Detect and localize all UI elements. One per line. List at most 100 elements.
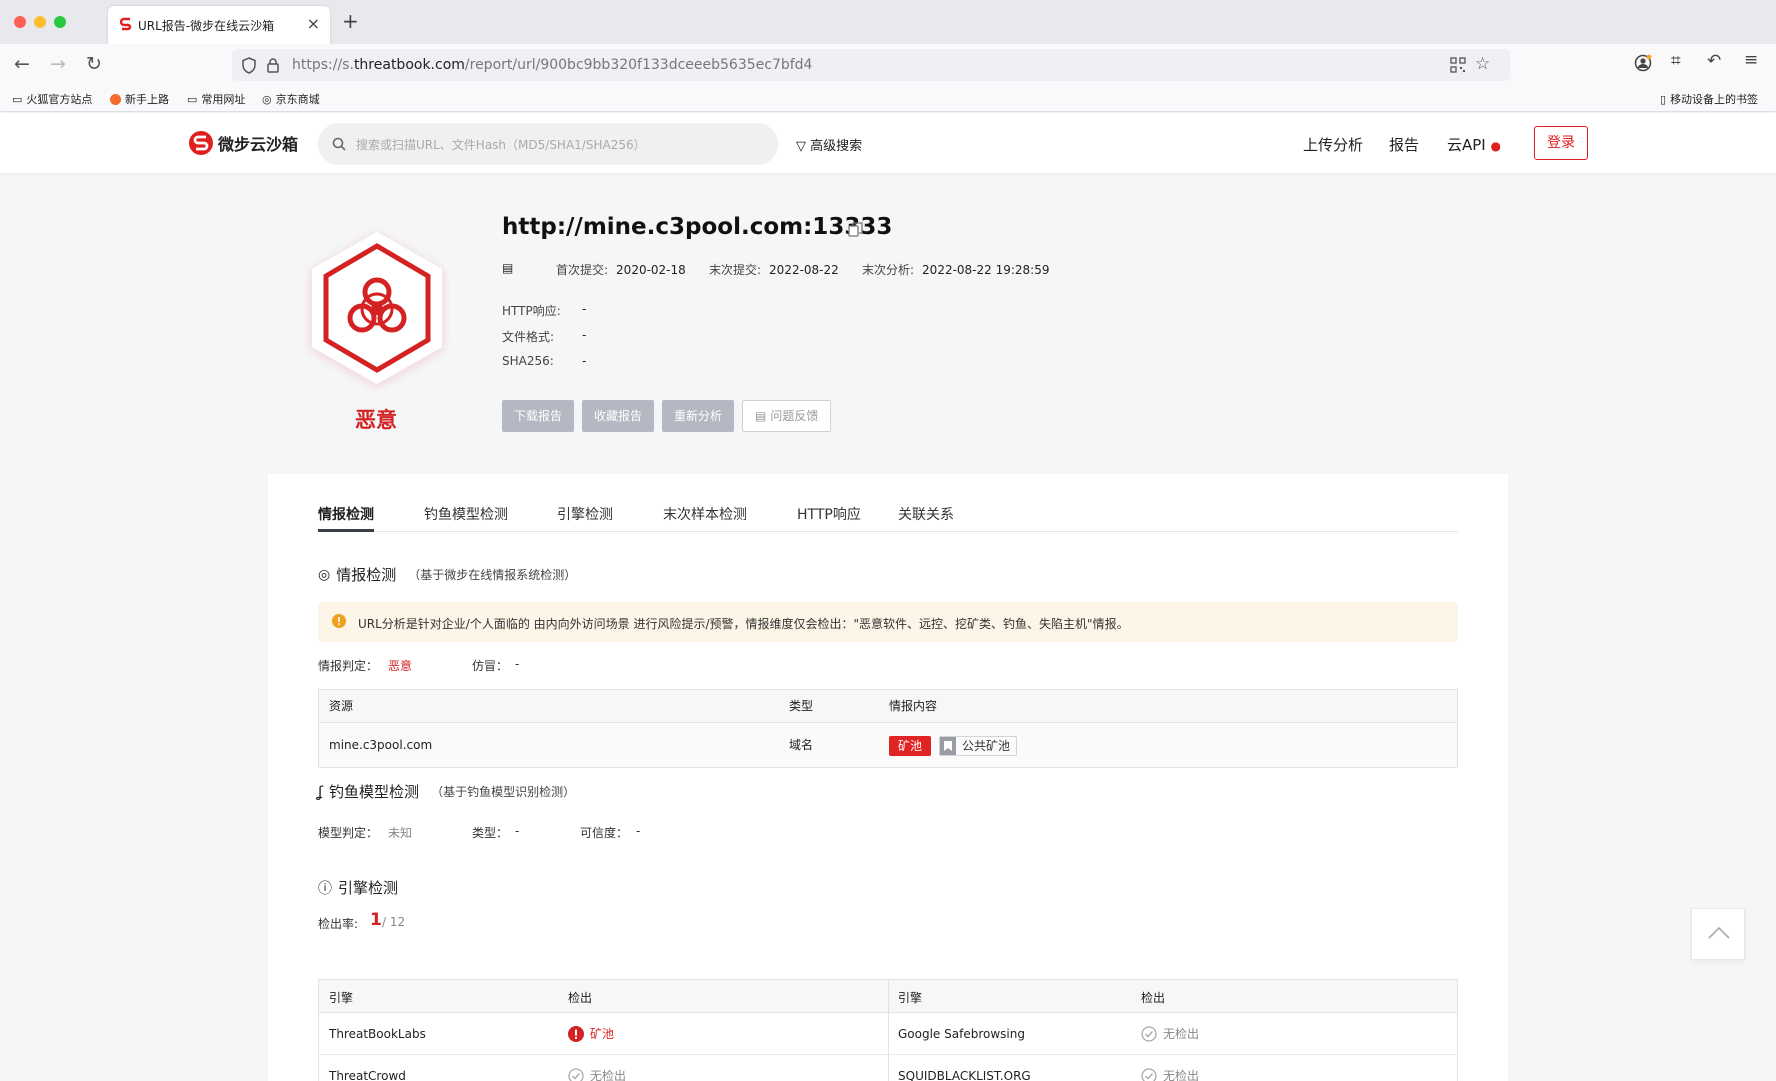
check-circle-icon — [1141, 1025, 1157, 1042]
reload-icon[interactable]: ↻ — [86, 53, 102, 75]
first-submit: 首次提交: 2020-02-18 — [556, 263, 686, 277]
phish-type-label: 类型： — [472, 826, 509, 840]
info-icon — [332, 614, 346, 628]
advanced-search-button[interactable]: ▽ 高级搜索 — [796, 135, 862, 154]
url-text[interactable]: https://s.threatbook.com/report/url/900b… — [292, 57, 812, 73]
http-response-label: HTTP响应: — [502, 304, 561, 318]
qr-code-icon[interactable] — [1450, 57, 1466, 73]
lock-icon[interactable] — [266, 57, 280, 74]
new-tab-icon[interactable]: + — [342, 9, 359, 33]
public-pool-tag: 公共矿池 — [939, 735, 1018, 756]
feedback-button[interactable]: ▤ 问题反馈 — [742, 400, 832, 432]
nav-cloud-api[interactable]: 云API ● — [1447, 134, 1501, 155]
confidence-label: 可信度： — [580, 826, 629, 840]
sha256-label: SHA256: — [502, 354, 554, 368]
close-tab-icon[interactable]: × — [307, 14, 320, 33]
column-header: 引擎 — [898, 991, 923, 1005]
reanalyze-button[interactable]: 重新分析 — [662, 400, 735, 432]
account-icon[interactable] — [1634, 54, 1652, 72]
engine-result: 无检出 — [568, 1067, 626, 1081]
report-url-title: http://mine.c3pool.com:13333 — [502, 214, 893, 240]
browser-tab-active[interactable]: URL报告-微步在线云沙箱 × — [108, 6, 330, 44]
search-input[interactable]: 搜索或扫描URL、文件Hash（MD5/SHA1/SHA256） — [318, 123, 778, 165]
column-header: 引擎 — [329, 991, 354, 1005]
engine-name: SQUIDBLACKLIST.ORG — [898, 1069, 1031, 1081]
bookmark-item[interactable]: ▭ 常用网址 — [187, 91, 245, 107]
detection-total: / 12 — [382, 915, 406, 929]
column-header: 类型 — [789, 699, 814, 713]
phishing-section-title: ʆ 钓鱼模型检测 （基于钓鱼模型识别检测） — [318, 782, 576, 802]
file-format-value: - — [582, 328, 587, 342]
tab-http-response[interactable]: HTTP响应 — [797, 504, 861, 524]
table-divider — [888, 980, 889, 1081]
phish-type-value: - — [515, 824, 520, 838]
logo-text: 微步云沙箱 — [218, 135, 299, 154]
active-tab-indicator — [318, 529, 374, 532]
bookmark-star-icon[interactable]: ☆ — [1475, 54, 1490, 74]
browser-tab-strip: URL报告-微步在线云沙箱 × + — [0, 0, 1776, 44]
intel-notice: URL分析是针对企业/个人面临的 由内向外访问场景 进行风险提示/预警，情报维度… — [318, 602, 1458, 642]
tab-relations[interactable]: 关联关系 — [898, 504, 954, 524]
engine-result: 无检出 — [1141, 1025, 1199, 1042]
filter-icon: ▽ — [796, 139, 806, 154]
intel-section-title: ◎ 情报检测 （基于微步在线情报系统检测） — [318, 566, 577, 584]
last-submit: 末次提交: 2022-08-22 — [709, 263, 839, 277]
mobile-device-icon: ▯ — [1660, 92, 1667, 106]
mobile-bookmarks[interactable]: ▯ 移动设备上的书签 — [1660, 91, 1758, 107]
address-bar[interactable]: https://s.threatbook.com/report/url/900b… — [232, 49, 1510, 81]
tab-last-sample[interactable]: 末次样本检测 — [663, 504, 747, 524]
impersonate-label: 仿冒： — [472, 659, 509, 673]
table-row: mine.c3pool.com 域名 矿池 公共矿池 — [319, 723, 1457, 767]
engine-result: 无检出 — [1141, 1067, 1199, 1081]
close-window-button[interactable] — [14, 16, 26, 28]
menu-icon[interactable]: ≡ — [1744, 50, 1758, 70]
crop-screenshot-icon[interactable]: ⌗ — [1671, 51, 1681, 71]
favorite-report-button[interactable]: 收藏报告 — [582, 400, 655, 432]
report-tabs: 情报检测 钓鱼模型检测 引擎检测 末次样本检测 HTTP响应 关联关系 — [318, 496, 1458, 532]
engine-result: 矿池 — [568, 1025, 614, 1042]
folder-icon: ▭ — [187, 92, 198, 106]
minimize-window-button[interactable] — [34, 16, 46, 28]
column-header: 情报内容 — [889, 699, 938, 713]
forward-arrow-icon[interactable]: → — [50, 53, 66, 75]
model-verdict-label: 模型判定： — [318, 826, 379, 840]
column-header: 检出 — [1141, 991, 1166, 1005]
resource-cell: mine.c3pool.com — [329, 738, 433, 752]
back-to-top-button[interactable] — [1691, 908, 1745, 960]
http-response-value: - — [582, 302, 587, 316]
copy-icon[interactable] — [848, 221, 864, 237]
document-icon: ▤ — [755, 409, 767, 423]
nav-reports[interactable]: 报告 — [1389, 134, 1419, 155]
mining-pool-tag: 矿池 — [889, 735, 932, 756]
undo-icon[interactable]: ↶ — [1707, 51, 1721, 71]
hook-icon: ʆ — [318, 782, 324, 801]
bookmark-item[interactable]: 新手上路 — [110, 91, 169, 107]
logo[interactable]: 微步云沙箱 — [188, 130, 298, 156]
tab-phishing-model[interactable]: 钓鱼模型检测 — [424, 504, 508, 524]
intel-table: 资源 类型 情报内容 mine.c3pool.com 域名 矿池 公共矿池 — [318, 689, 1458, 768]
intel-content-cell: 矿池 公共矿池 — [889, 723, 1018, 767]
column-header: 检出 — [568, 991, 593, 1005]
bookmark-icon — [940, 736, 957, 755]
shield-icon[interactable] — [241, 57, 257, 74]
bookmark-item[interactable]: ◎ 京东商城 — [262, 91, 320, 107]
check-circle-icon — [568, 1067, 584, 1081]
login-button[interactable]: 登录 — [1534, 126, 1588, 160]
nav-upload-analysis[interactable]: 上传分析 — [1303, 134, 1363, 155]
radar-icon: ◎ — [318, 566, 331, 583]
file-format-label: 文件格式: — [502, 330, 555, 344]
column-header: 资源 — [329, 699, 354, 713]
download-report-button[interactable]: 下载报告 — [502, 400, 575, 432]
intel-verdict-label: 情报判定： — [318, 659, 379, 673]
malicious-verdict-badge — [312, 232, 442, 384]
site-header: 微步云沙箱 搜索或扫描URL、文件Hash（MD5/SHA1/SHA256） ▽… — [0, 113, 1776, 173]
bookmark-item[interactable]: ▭ 火狐官方站点 — [12, 91, 92, 107]
detection-rate-label: 检出率: — [318, 917, 359, 931]
back-arrow-icon[interactable]: ← — [14, 53, 30, 75]
maximize-window-button[interactable] — [54, 16, 66, 28]
tab-engine-detection[interactable]: 引擎检测 — [557, 504, 613, 524]
calendar-icon: ▤ — [502, 261, 514, 275]
browser-toolbar: ← → ↻ https://s.threatbook.com/report/ur… — [0, 44, 1776, 86]
bookmarks-bar: ▭ 火狐官方站点 新手上路 ▭ 常用网址 ◎ 京东商城 ▯ 移动设备上的书签 — [0, 86, 1776, 112]
tab-intel-detection[interactable]: 情报检测 — [318, 504, 374, 524]
